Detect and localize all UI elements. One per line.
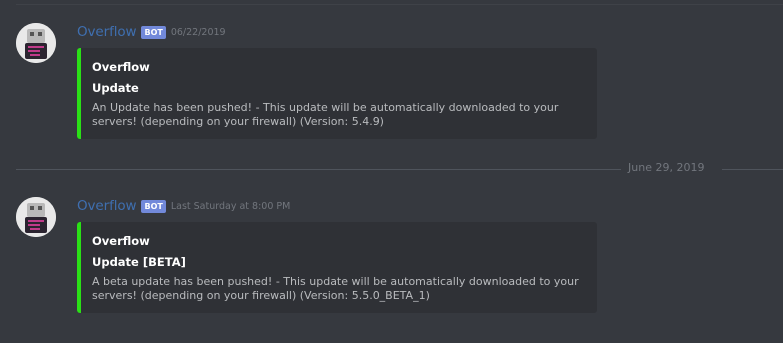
timestamp: Last Saturday at 8:00 PM [170, 200, 291, 212]
timestamp: 06/22/2019 [170, 26, 226, 38]
date-divider-label: June 29, 2019 [628, 161, 705, 174]
divider-line [16, 169, 621, 170]
username[interactable]: Overflow [77, 198, 137, 214]
embed-description: An Update has been pushed! - This update… [92, 101, 559, 128]
message-header: Overflow BOT 06/22/2019 [77, 22, 226, 42]
embed-description: A beta update has been pushed! - This up… [92, 275, 579, 302]
avatar[interactable] [16, 23, 56, 63]
bot-tag: BOT [141, 199, 166, 213]
embed: Overflow Update [BETA] A beta update has… [77, 222, 597, 313]
robot-avatar-icon [16, 197, 56, 237]
top-divider [16, 4, 783, 5]
chat-messages: Overflow BOT 06/22/2019 Overflow Update … [0, 0, 783, 343]
message-header: Overflow BOT Last Saturday at 8:00 PM [77, 196, 290, 216]
embed-title: Update [92, 81, 139, 95]
embed-author: Overflow [92, 60, 150, 74]
bot-tag: BOT [141, 25, 166, 39]
divider-line [722, 169, 783, 170]
username[interactable]: Overflow [77, 24, 137, 40]
embed-title: Update [BETA] [92, 255, 186, 269]
robot-avatar-icon [16, 23, 56, 63]
avatar[interactable] [16, 197, 56, 237]
date-divider: June 29, 2019 [16, 161, 783, 174]
embed-author: Overflow [92, 234, 150, 248]
embed: Overflow Update An Update has been pushe… [77, 48, 597, 139]
